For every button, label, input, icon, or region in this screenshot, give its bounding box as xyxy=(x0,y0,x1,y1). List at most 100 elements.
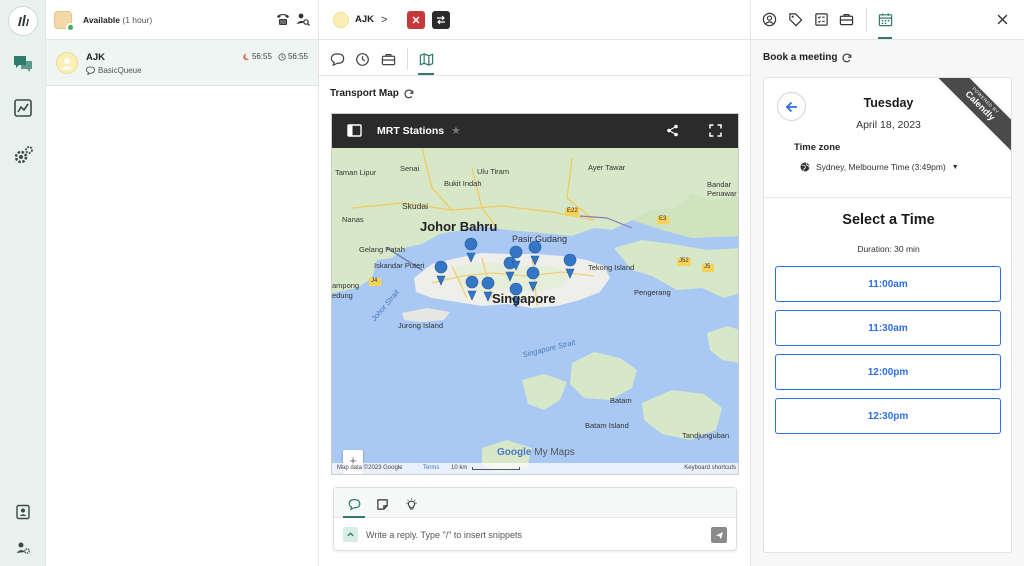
map-label: Bandar Penawar xyxy=(707,180,737,198)
app-rail xyxy=(0,0,46,566)
map-scale: 10 km xyxy=(451,465,468,471)
tab-chat[interactable] xyxy=(328,50,346,68)
map-footer: Map data ©2023 Google Terms 10 km Keyboa… xyxy=(332,463,738,474)
chat-bubble-icon xyxy=(348,498,360,510)
caret-down-icon: ▼ xyxy=(951,163,959,171)
map-label: ampong xyxy=(332,281,360,290)
map-label: Taman Lipur xyxy=(335,168,377,177)
total-timer: 56:55 xyxy=(278,52,308,61)
calendar-divider xyxy=(764,197,1011,198)
conversation-list-panel: Available (1 hour) AJK BasicQueue 56:55 … xyxy=(46,0,319,566)
conversation-item[interactable]: AJK BasicQueue 56:55 56:55 xyxy=(46,40,318,86)
refresh-icon[interactable] xyxy=(842,53,852,63)
road-badge: E3 xyxy=(659,216,667,222)
clock-icon xyxy=(355,52,369,66)
user-settings-nav-icon[interactable] xyxy=(11,536,35,560)
tab-reply[interactable] xyxy=(346,496,362,512)
end-conversation-button[interactable] xyxy=(407,11,425,29)
time-slot-button[interactable]: 12:00pm xyxy=(775,354,1001,390)
map-label: Pasir Gudang xyxy=(512,234,568,244)
map-label: Bukit Indah xyxy=(444,179,482,188)
briefcase-icon[interactable] xyxy=(838,11,855,28)
header-contact-name[interactable]: AJK xyxy=(355,14,374,25)
chat-bubble-icon xyxy=(86,66,95,75)
checklist-icon[interactable] xyxy=(813,11,830,28)
tab-history[interactable] xyxy=(353,50,371,68)
user-search-icon[interactable] xyxy=(296,12,310,26)
map-canvas[interactable]: E22 J52 J4 J5 E3 Senai Ulu Tiram Ayer Ta… xyxy=(332,148,738,474)
phone-icon[interactable] xyxy=(276,12,290,26)
composer-tabs xyxy=(334,488,736,518)
tab-map[interactable] xyxy=(417,50,435,68)
road-badge: J4 xyxy=(371,278,378,284)
chat-nav-icon[interactable] xyxy=(11,52,35,76)
settings-nav-icon[interactable] xyxy=(11,143,35,167)
close-icon xyxy=(412,16,420,24)
transfer-icon xyxy=(437,15,445,25)
tab-suggestions[interactable] xyxy=(403,496,419,512)
active-tab-indicator xyxy=(418,73,434,75)
share-icon[interactable] xyxy=(666,124,679,137)
meeting-duration: Duration: 30 min xyxy=(857,244,920,254)
tab-cases[interactable] xyxy=(379,50,397,68)
transfer-button[interactable] xyxy=(432,11,450,29)
agent-status[interactable]: Available (1 hour) xyxy=(83,15,152,25)
fullscreen-icon[interactable] xyxy=(709,124,722,137)
calendly-widget: Tuesday April 18, 2023 POWERED BY Calend… xyxy=(763,77,1012,553)
agent-status-bar: Available (1 hour) xyxy=(46,0,318,40)
map-label: Tekong Island xyxy=(588,263,635,272)
time-slot-button[interactable]: 11:30am xyxy=(775,310,1001,346)
map-label: Batam Island xyxy=(585,421,629,430)
conversation-pane: AJK > Transport Map MRT Stations ★ E22 J… xyxy=(319,0,751,566)
time-slot-button[interactable]: 12:30pm xyxy=(775,398,1001,434)
reply-input[interactable] xyxy=(366,526,706,543)
toolbar-divider xyxy=(866,8,867,32)
tab-note[interactable] xyxy=(374,496,390,512)
star-icon[interactable]: ★ xyxy=(451,124,461,137)
calendar-icon[interactable] xyxy=(877,11,894,28)
map-label: Senai xyxy=(400,164,420,173)
map-attribution: Map data ©2023 Google xyxy=(337,465,403,471)
moon-icon xyxy=(243,53,250,60)
send-button[interactable] xyxy=(711,527,727,543)
agent-avatar[interactable] xyxy=(54,10,75,32)
contact-avatar xyxy=(56,51,78,74)
close-panel-button[interactable] xyxy=(994,11,1011,28)
refresh-icon[interactable] xyxy=(404,89,414,99)
send-icon xyxy=(715,531,723,539)
agent-status-duration: (1 hour) xyxy=(122,14,153,25)
conversation-queue-name: BasicQueue xyxy=(98,66,142,75)
active-app-indicator xyxy=(878,37,892,39)
timezone-selector[interactable]: Sydney, Melbourne Time (3:49pm) ▼ xyxy=(800,162,959,172)
total-time-value: 56:55 xyxy=(287,52,308,61)
timezone-label: Time zone xyxy=(794,142,841,153)
active-composer-tab-indicator xyxy=(343,516,365,518)
book-meeting-heading: Book a meeting xyxy=(763,52,852,63)
app-logo[interactable] xyxy=(8,6,38,36)
powered-by-calendly-badge[interactable]: POWERED BY Calendly xyxy=(930,78,1011,156)
keyboard-shortcuts-link[interactable]: Keyboard shortcuts xyxy=(684,465,736,471)
contacts-nav-icon[interactable] xyxy=(11,500,35,524)
map-label: Nanas xyxy=(342,215,364,224)
reply-composer xyxy=(333,487,737,551)
apps-toolbar xyxy=(751,0,1024,40)
contact-profile-icon[interactable] xyxy=(761,11,778,28)
map-terms-link[interactable]: Terms xyxy=(423,465,439,471)
conversation-contact-name: AJK xyxy=(86,52,106,63)
mymaps-wordmark: My Maps xyxy=(534,447,575,458)
reports-nav-icon[interactable] xyxy=(11,96,35,120)
map-toolbar: MRT Stations ★ xyxy=(332,114,738,148)
note-icon xyxy=(376,498,388,510)
chevron-right-icon[interactable]: > xyxy=(381,14,387,26)
tag-icon[interactable] xyxy=(787,11,804,28)
briefcase-icon xyxy=(381,53,395,65)
map-label: edung xyxy=(332,291,353,300)
expand-composer-button[interactable] xyxy=(343,527,358,542)
chevron-up-icon xyxy=(347,532,354,537)
contact-avatar-small xyxy=(333,11,349,28)
transport-map-title: Transport Map xyxy=(330,88,399,99)
tab-divider xyxy=(407,48,408,70)
time-slot-button[interactable]: 11:00am xyxy=(775,266,1001,302)
sidebar-toggle-icon[interactable] xyxy=(347,124,362,137)
map-label: Singapore xyxy=(492,291,556,306)
